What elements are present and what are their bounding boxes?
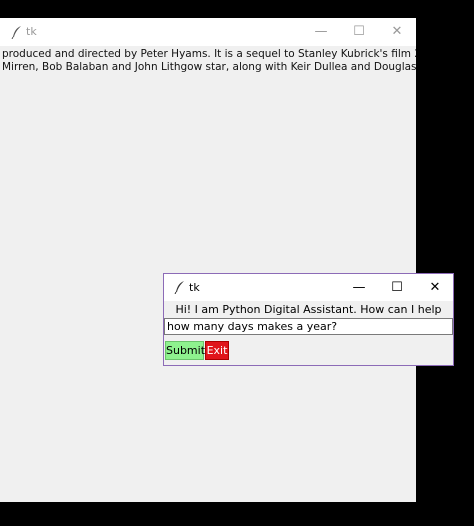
- minimize-button[interactable]: —: [340, 274, 378, 302]
- minimize-button[interactable]: —: [302, 18, 340, 46]
- feather-icon: [174, 281, 184, 294]
- feather-icon: [11, 26, 21, 39]
- close-button[interactable]: ✕: [416, 274, 454, 302]
- window-title: tk: [26, 25, 37, 38]
- close-button[interactable]: ✕: [378, 18, 416, 46]
- main-titlebar[interactable]: tk — ☐ ✕: [0, 18, 416, 46]
- dialog-title: tk: [189, 281, 200, 294]
- maximize-button[interactable]: ☐: [340, 18, 378, 46]
- output-text: produced and directed by Peter Hyams. It…: [0, 48, 416, 78]
- main-window: tk — ☐ ✕ produced and directed by Peter …: [0, 18, 416, 502]
- assistant-dialog: tk — ☐ ✕ Hi! I am Python Digital Assista…: [163, 273, 454, 366]
- dialog-titlebar[interactable]: tk — ☐ ✕: [164, 274, 453, 301]
- exit-button[interactable]: Exit: [205, 341, 229, 360]
- maximize-button[interactable]: ☐: [378, 274, 416, 302]
- query-input[interactable]: [164, 318, 453, 335]
- text-line: Mirren, Bob Balaban and John Lithgow sta…: [2, 61, 416, 73]
- submit-button[interactable]: Submit: [165, 341, 205, 360]
- text-line: produced and directed by Peter Hyams. It…: [2, 48, 416, 60]
